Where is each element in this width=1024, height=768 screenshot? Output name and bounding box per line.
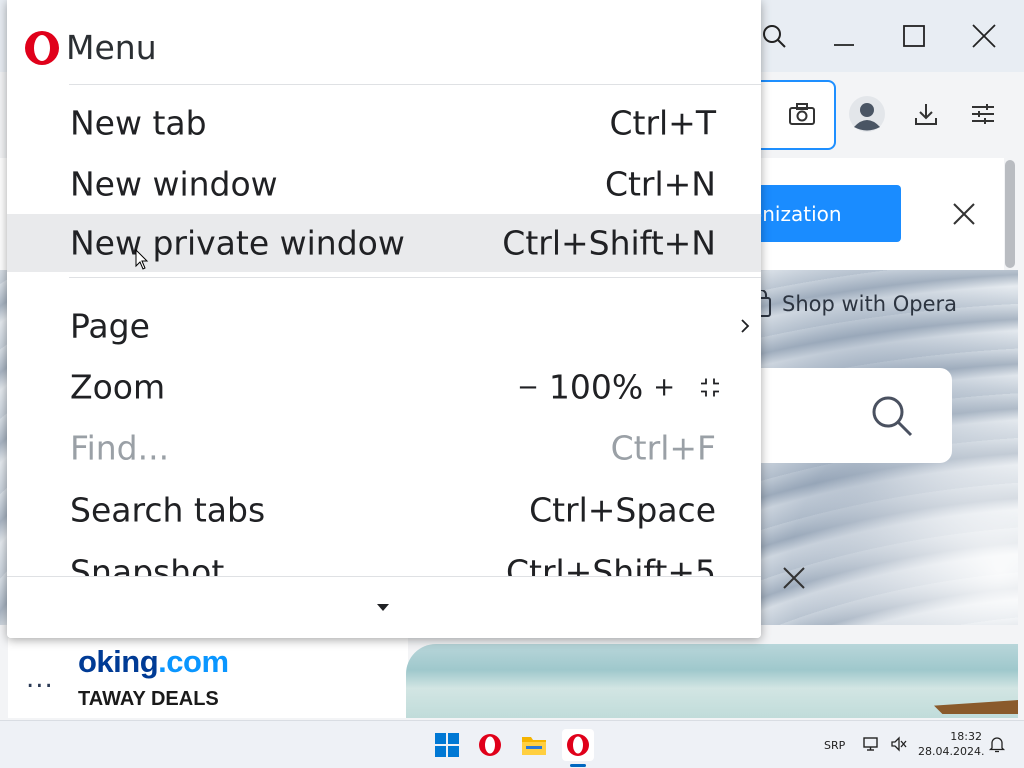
- menu-item-label: Find...: [70, 428, 170, 468]
- ad-close-icon[interactable]: [776, 560, 812, 596]
- menu-item-page[interactable]: Page: [7, 297, 761, 355]
- download-icon[interactable]: [908, 96, 944, 132]
- fullscreen-icon[interactable]: [699, 376, 721, 398]
- opera-icon[interactable]: [562, 729, 594, 761]
- zoom-level: 100%: [548, 367, 644, 407]
- account-icon[interactable]: [849, 96, 885, 132]
- menu-separator: [69, 277, 761, 278]
- booking-logo-main: oking: [78, 644, 159, 679]
- speed-dial-search-box[interactable]: [740, 368, 952, 463]
- scrollbar[interactable]: [1005, 160, 1015, 268]
- mouse-cursor-icon: [135, 249, 149, 270]
- windows-start-icon[interactable]: [431, 729, 463, 761]
- main-menu: Menu New tab Ctrl+T New window Ctrl+N Ne…: [7, 0, 761, 638]
- shop-with-opera-label: Shop with Opera: [782, 292, 958, 316]
- menu-item-label: Search tabs: [70, 490, 266, 530]
- language-indicator[interactable]: SRP: [824, 739, 845, 752]
- shop-with-opera[interactable]: Shop with Opera: [750, 290, 957, 318]
- minimize-icon[interactable]: [826, 18, 862, 54]
- file-explorer-icon[interactable]: [518, 729, 550, 761]
- clock-time: 18:32: [950, 730, 982, 743]
- opera-logo-icon: [25, 31, 59, 65]
- menu-item-new-window[interactable]: New window Ctrl+N: [7, 155, 761, 213]
- banner-close-icon[interactable]: [946, 196, 982, 232]
- zoom-in-button[interactable]: +: [653, 372, 675, 402]
- clock[interactable]: 18:32 28.04.2024.: [918, 729, 985, 759]
- chevron-right-icon: [741, 319, 750, 333]
- booking-subtitle: TAWAY DEALS: [78, 688, 219, 710]
- opera-icon[interactable]: [474, 729, 506, 761]
- menu-item-label: Page: [70, 306, 150, 346]
- menu-item-shortcut: Ctrl+F: [610, 428, 716, 468]
- search-tabs-icon[interactable]: [756, 18, 792, 54]
- close-icon[interactable]: [966, 18, 1002, 54]
- menu-footer[interactable]: [7, 576, 761, 638]
- menu-header: Menu: [7, 0, 761, 84]
- camera-icon[interactable]: [784, 96, 820, 132]
- more-options-icon[interactable]: ...: [26, 664, 54, 694]
- easy-setup-icon[interactable]: [965, 96, 1001, 132]
- volume-muted-icon[interactable]: [890, 735, 908, 753]
- taskbar: SRP 18:32 28.04.2024.: [0, 720, 1024, 768]
- ad-image: [406, 644, 1018, 718]
- menu-item-zoom: Zoom − 100% +: [7, 358, 761, 416]
- sync-button-label: onization: [750, 201, 842, 226]
- search-icon[interactable]: [870, 394, 914, 438]
- menu-item-find[interactable]: Find... Ctrl+F: [7, 419, 761, 477]
- menu-item-shortcut: Ctrl+T: [609, 103, 716, 143]
- menu-separator: [69, 84, 761, 85]
- menu-item-search-tabs[interactable]: Search tabs Ctrl+Space: [7, 481, 761, 539]
- menu-item-label: New tab: [70, 103, 207, 143]
- menu-item-new-private-window[interactable]: New private window Ctrl+Shift+N: [7, 214, 761, 272]
- menu-item-label: New window: [70, 164, 278, 204]
- zoom-control: − 100% +: [517, 368, 721, 407]
- maximize-icon[interactable]: [896, 18, 932, 54]
- zoom-out-button[interactable]: −: [517, 372, 539, 402]
- booking-logo-domain: .com: [158, 644, 229, 679]
- menu-item-shortcut: Ctrl+Space: [529, 490, 716, 530]
- booking-logo: oking.com: [78, 644, 229, 680]
- menu-item-label: New private window: [70, 223, 405, 263]
- clock-date: 28.04.2024.: [918, 745, 985, 758]
- notification-bell-icon[interactable]: [988, 735, 1006, 753]
- menu-item-label: Zoom: [70, 367, 166, 407]
- menu-item-shortcut: Ctrl+Shift+N: [502, 223, 716, 263]
- menu-item-shortcut: Ctrl+N: [604, 164, 716, 204]
- menu-title: Menu: [66, 28, 157, 67]
- active-app-indicator: [570, 764, 586, 767]
- expand-arrow-icon[interactable]: [377, 604, 389, 612]
- network-icon[interactable]: [862, 735, 880, 753]
- menu-item-new-tab[interactable]: New tab Ctrl+T: [7, 94, 761, 152]
